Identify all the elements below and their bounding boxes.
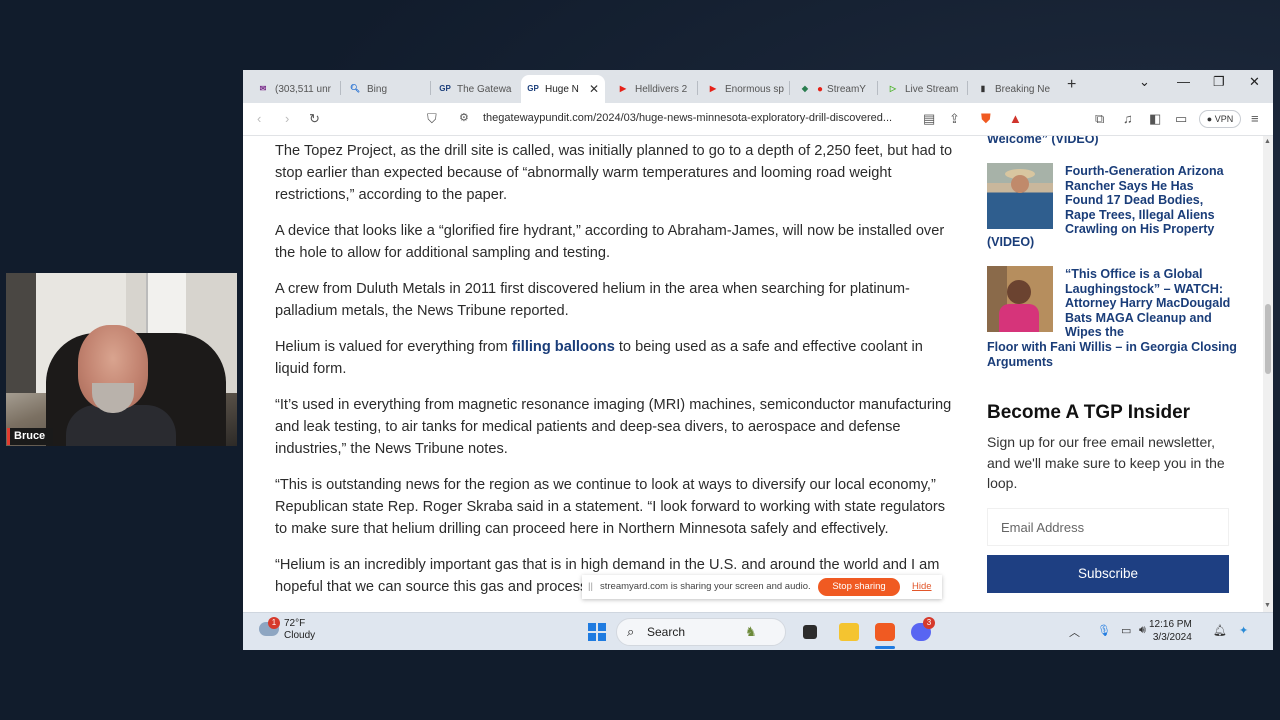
hide-banner-link[interactable]: Hide — [912, 575, 932, 599]
share-icon[interactable]: ⇪ — [949, 111, 960, 127]
webcam-name-label: Bruce — [7, 428, 54, 445]
search-highlight-icon: ♞ — [745, 624, 757, 639]
article-paragraph: A device that looks like a “glorified fi… — [275, 223, 945, 261]
tab-bar: ✉ (303,511 unr 🔍︎ Bing GP The Gatewa GP … — [243, 70, 1273, 103]
scroll-up-icon[interactable]: ▲ — [1264, 138, 1271, 145]
bookmark-icon[interactable]: ⛉ — [427, 111, 437, 127]
streamyard-icon: ◆ — [801, 84, 809, 93]
tab-helldivers[interactable]: ▶ Helldivers 2 — [611, 75, 693, 103]
forward-icon[interactable]: › — [285, 111, 289, 126]
gp-icon: GP — [439, 84, 451, 93]
sidebar-story-suffix[interactable]: Floor with Fani Willis – in Georgia Clos… — [987, 340, 1237, 369]
site-info-icon[interactable]: ⚙ — [459, 111, 469, 124]
tab-bing[interactable]: 🔍︎ Bing — [343, 75, 427, 103]
address-bar[interactable]: thegatewaypundit.com/2024/03/huge-news-m… — [483, 112, 892, 124]
article-paragraph: The Topez Project, as the drill site is … — [275, 143, 953, 203]
sidebar: Welcome” (VIDEO) Fourth-Generation Arizo… — [987, 136, 1247, 612]
stop-sharing-button[interactable]: Stop sharing — [818, 578, 900, 596]
sidebar-toggle-icon[interactable]: ◧ — [1149, 111, 1161, 127]
file-explorer-icon[interactable] — [839, 623, 859, 641]
brave-rewards-icon[interactable]: ▲ — [1009, 111, 1022, 126]
taskbar: 1 72°F Cloudy ⌕ Search ♞ 3 ︿ 🎙︎ ▭ 🔊︎ 12:… — [243, 612, 1273, 650]
sidebar-story-title[interactable]: Welcome” (VIDEO) — [987, 136, 1099, 147]
close-tab-icon[interactable]: ✕ — [589, 82, 599, 96]
weather-badge: 1 — [268, 617, 280, 629]
filling-balloons-link[interactable]: filling balloons — [512, 339, 615, 355]
story-thumbnail[interactable] — [987, 266, 1053, 332]
copilot-icon[interactable]: ✦ — [1239, 624, 1248, 637]
close-window-button[interactable]: ✕ — [1249, 74, 1260, 90]
browser-window: ✉ (303,511 unr 🔍︎ Bing GP The Gatewa GP … — [243, 70, 1273, 650]
tab-mail[interactable]: ✉ (303,511 unr — [251, 75, 339, 103]
youtube-icon: ▶ — [709, 84, 717, 93]
network-icon[interactable]: ▭ — [1121, 624, 1131, 637]
email-field[interactable]: Email Address — [987, 508, 1229, 546]
extensions-icon[interactable]: ⧉ — [1095, 111, 1104, 127]
brave-browser-icon[interactable] — [875, 623, 895, 641]
page-scrollbar[interactable]: ▲ ▼ — [1263, 136, 1273, 612]
maximize-button[interactable]: ❐ — [1213, 74, 1225, 90]
tab-live-stream[interactable]: ▷ Live Stream — [881, 75, 963, 103]
webcam-feed — [6, 273, 237, 446]
tab-enormous[interactable]: ▶ Enormous sp — [701, 75, 785, 103]
drag-handle-icon[interactable]: || — [588, 575, 593, 599]
insider-heading: Become A TGP Insider — [987, 402, 1191, 423]
browser-toolbar: ‹ › ↻ ⛉ ⚙ thegatewaypundit.com/2024/03/h… — [243, 103, 1273, 136]
microphone-icon[interactable]: 🎙︎ — [1097, 624, 1111, 637]
screen-share-banner: || streamyard.com is sharing your screen… — [582, 575, 942, 599]
wallet-icon[interactable]: ▭ — [1175, 111, 1187, 127]
article-paragraph: A crew from Duluth Metals in 2011 first … — [275, 281, 910, 319]
discord-badge: 3 — [923, 617, 935, 629]
notification-bell-icon[interactable]: 🔔︎ — [1213, 624, 1227, 637]
sidebar-story-title[interactable]: Fourth-Generation Arizona Rancher Says H… — [1065, 164, 1235, 237]
gp-icon: GP — [527, 84, 539, 93]
start-button[interactable] — [588, 623, 606, 641]
clock[interactable]: 12:16 PM 3/3/2024 — [1149, 618, 1192, 644]
scrollbar-thumb[interactable] — [1265, 304, 1271, 374]
article-paragraph: Helium is valued for everything from fil… — [275, 339, 923, 377]
sidebar-story-suffix[interactable]: (VIDEO) — [987, 235, 1034, 250]
tab-search-chevron-icon[interactable]: ⌄ — [1139, 74, 1150, 90]
recording-dot-icon: ● — [817, 83, 824, 95]
menu-icon[interactable]: ≡ — [1251, 111, 1259, 126]
search-icon: ⌕ — [627, 624, 635, 639]
article-paragraph: “It’s used in everything from magnetic r… — [275, 397, 952, 457]
task-view-icon[interactable] — [803, 625, 817, 639]
rumble-icon: ▷ — [889, 84, 897, 93]
insider-description: Sign up for our free email newsletter, a… — [987, 434, 1225, 491]
article-paragraph: “This is outstanding news for the region… — [275, 477, 946, 537]
active-app-indicator — [875, 646, 895, 649]
volume-icon[interactable]: 🔊︎ — [1139, 624, 1146, 637]
youtube-icon: ▶ — [619, 84, 627, 93]
reload-icon[interactable]: ↻ — [309, 111, 320, 127]
mail-icon: ✉ — [259, 84, 267, 93]
vpn-button[interactable]: ● VPN — [1199, 110, 1241, 128]
scroll-down-icon[interactable]: ▼ — [1264, 602, 1271, 609]
sidebar-story-title[interactable]: “This Office is a Global Laughingstock” … — [1065, 267, 1235, 340]
article-body: The Topez Project, as the drill site is … — [275, 136, 955, 612]
media-icon[interactable]: ♫ — [1123, 111, 1133, 126]
tab-streamyard[interactable]: ◆ ● StreamY — [793, 75, 873, 103]
weather-widget[interactable]: 72°F Cloudy — [284, 618, 315, 642]
brave-shields-icon[interactable]: ⛊ — [981, 111, 991, 127]
subscribe-button[interactable]: Subscribe — [987, 555, 1229, 593]
reader-mode-icon[interactable]: ▤ — [923, 111, 935, 127]
minimize-button[interactable]: — — [1177, 74, 1190, 89]
tab-breaking-news[interactable]: ▮ Breaking Ne — [971, 75, 1053, 103]
show-hidden-icons-chevron-icon[interactable]: ︿ — [1069, 624, 1080, 640]
search-icon: 🔍︎ — [349, 84, 361, 93]
tab-huge-news[interactable]: GP Huge N ✕ — [521, 75, 605, 103]
tab-gateway[interactable]: GP The Gatewa — [433, 75, 515, 103]
back-icon[interactable]: ‹ — [257, 111, 261, 126]
new-tab-button[interactable]: + — [1067, 76, 1076, 94]
story-thumbnail[interactable] — [987, 163, 1053, 229]
taskbar-search[interactable]: ⌕ Search ♞ — [616, 618, 786, 646]
bookmark-icon: ▮ — [980, 84, 986, 93]
